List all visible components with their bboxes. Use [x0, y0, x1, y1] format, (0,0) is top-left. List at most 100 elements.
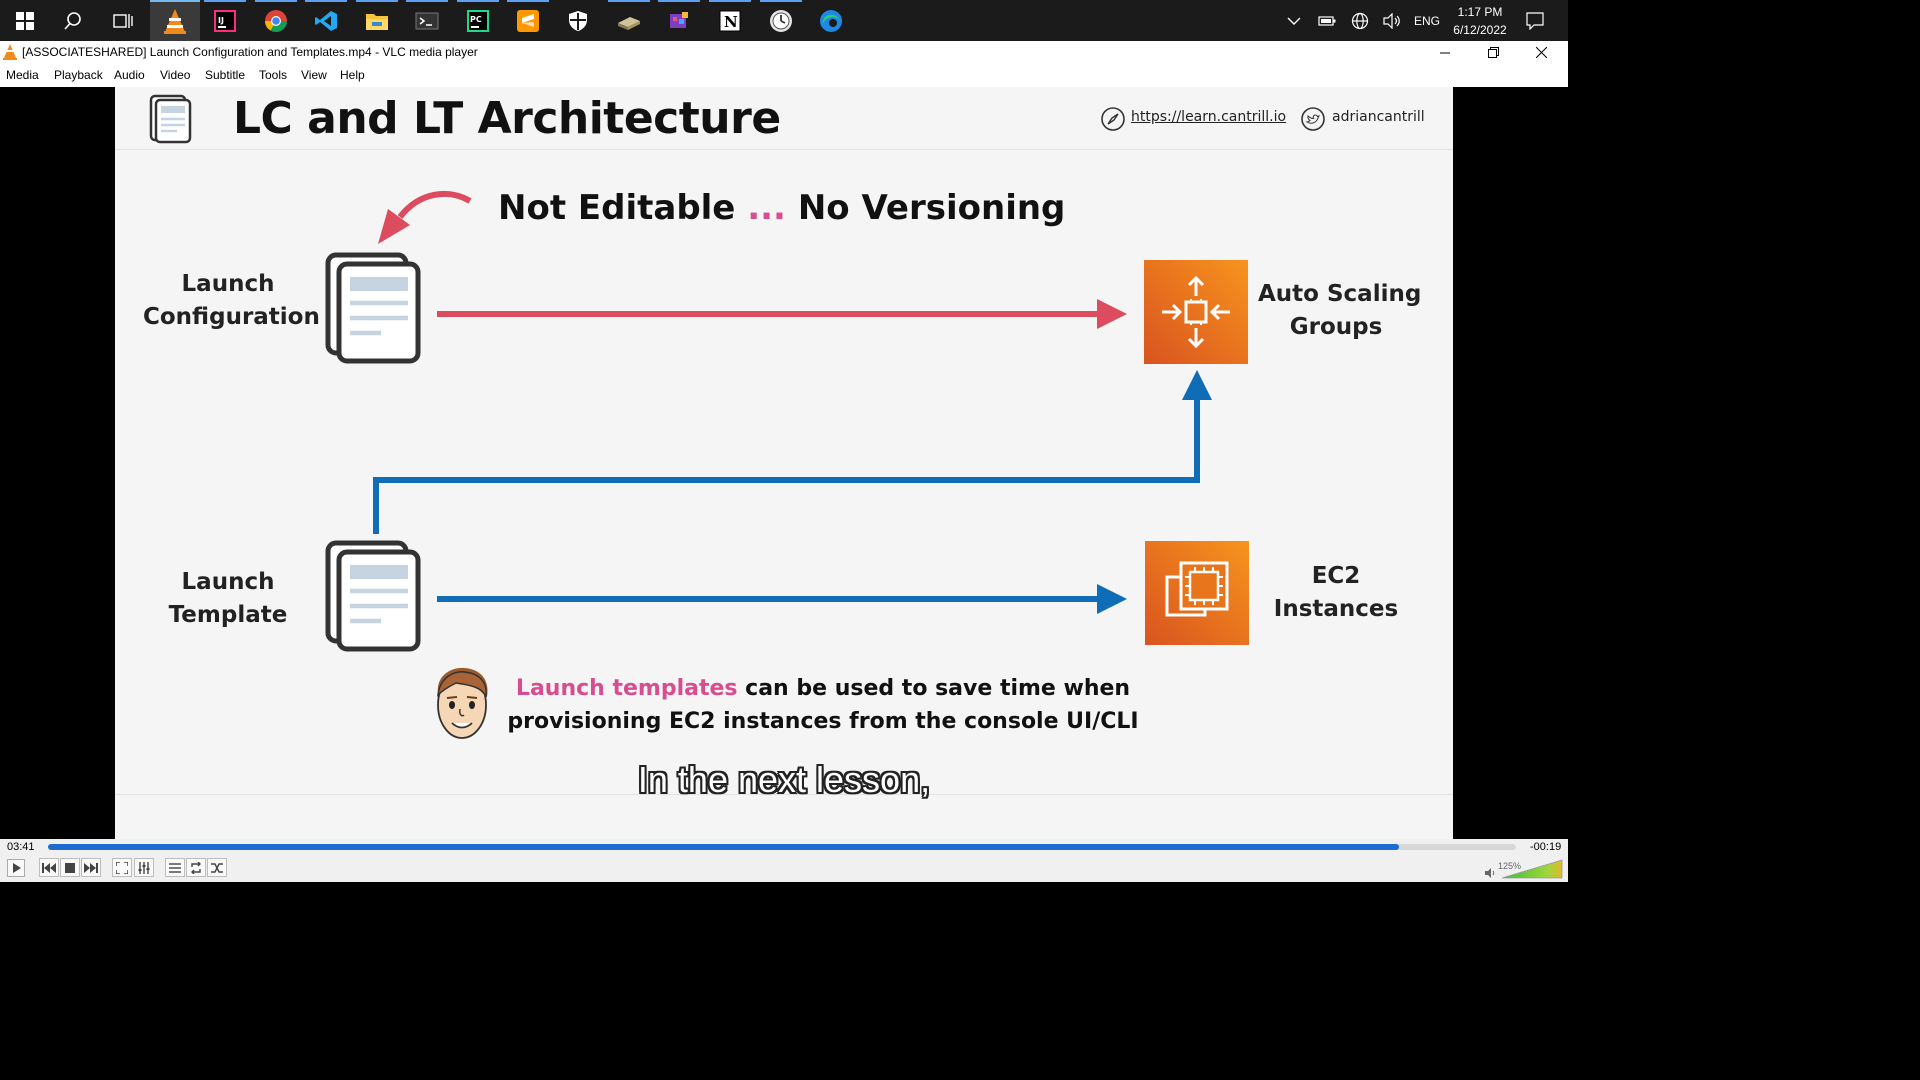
folder-icon [366, 13, 388, 30]
notification-icon [1526, 11, 1544, 30]
ec2-line2: Instances [1273, 596, 1399, 622]
menu-video[interactable]: Video [160, 68, 190, 82]
playlist-button[interactable] [165, 858, 185, 877]
pycharm-icon: PC [467, 9, 489, 32]
video-subtitle: In the next lesson, [637, 759, 931, 800]
tray-battery[interactable] [1314, 0, 1340, 41]
fullscreen-button[interactable] [112, 858, 132, 877]
taskbar-file-explorer[interactable] [352, 0, 402, 41]
shuffle-icon [211, 862, 223, 873]
architecture-arrows [373, 299, 1212, 614]
fullscreen-icon [116, 861, 128, 874]
taskbar-edge[interactable] [806, 0, 856, 41]
terminal-icon [415, 12, 439, 29]
video-area[interactable]: LC and LT Architecture https://learn.can… [0, 87, 1568, 839]
lt-line2: Template [168, 602, 288, 628]
seek-bar[interactable] [48, 844, 1516, 850]
restore-icon [1487, 47, 1499, 58]
chrome-icon [265, 9, 287, 32]
launch-template-label: Launch Template [143, 566, 313, 632]
search-button[interactable] [48, 0, 98, 41]
auto-scaling-icon [1144, 260, 1248, 364]
previous-button[interactable] [39, 858, 59, 877]
windows-logo-icon [16, 11, 34, 30]
play-button[interactable] [4, 858, 28, 877]
taskbar: IJ PC N ENG 1:17 PM 6/12/2022 [0, 0, 1568, 41]
ec2-icon [1145, 541, 1249, 645]
stop-button[interactable] [60, 858, 80, 877]
taskbar-sublime[interactable] [503, 0, 553, 41]
photos-icon [670, 11, 688, 28]
lt-line1: Launch [181, 569, 275, 595]
minimize-button[interactable] [1422, 41, 1468, 64]
taskbar-terminal[interactable] [402, 0, 452, 41]
taskbar-files-app[interactable] [604, 0, 654, 41]
volume-speaker-icon[interactable] [1484, 868, 1496, 878]
auto-scaling-groups-label: Auto Scaling Groups [1258, 278, 1421, 344]
loop-button[interactable] [186, 858, 206, 877]
start-button[interactable] [0, 0, 50, 41]
edge-icon [820, 9, 842, 32]
ec2-instances-label: EC2 Instances [1258, 560, 1414, 626]
note-line2: provisioning EC2 instances from the cons… [507, 709, 1139, 734]
asg-line2: Groups [1289, 314, 1383, 340]
playlist-icon [169, 862, 181, 873]
vscode-icon [315, 10, 337, 31]
taskbar-vscode[interactable] [301, 0, 351, 41]
launch-template-document-icon [325, 540, 421, 652]
close-button[interactable] [1518, 41, 1564, 64]
seek-progress [48, 844, 1399, 850]
elapsed-time[interactable]: 03:41 [7, 841, 35, 853]
menu-bar: Media Playback Audio Video Subtitle Tool… [0, 64, 1568, 87]
player-controls: 03:41 -00:19 125% [0, 839, 1568, 882]
taskbar-chrome[interactable] [251, 0, 301, 41]
tray-clock[interactable]: 1:17 PM 6/12/2022 [1446, 3, 1514, 39]
window-titlebar[interactable]: [ASSOCIATESHARED] Launch Configuration a… [0, 41, 1568, 64]
stop-icon [65, 862, 75, 873]
tray-volume[interactable] [1380, 0, 1404, 41]
clock-icon [770, 9, 792, 32]
svg-text:N: N [724, 13, 738, 31]
note-highlight: Launch templates [515, 676, 738, 701]
menu-subtitle[interactable]: Subtitle [205, 68, 245, 82]
taskbar-clock-app[interactable] [756, 0, 806, 41]
tray-overflow-button[interactable] [1282, 0, 1306, 41]
window-title: [ASSOCIATESHARED] Launch Configuration a… [22, 45, 478, 59]
taskbar-intellij[interactable]: IJ [200, 0, 250, 41]
chevron-up-icon [1287, 17, 1301, 25]
menu-help[interactable]: Help [340, 68, 365, 82]
next-button[interactable] [81, 858, 101, 877]
task-view-icon [113, 13, 133, 28]
intellij-icon: IJ [214, 9, 236, 32]
note-line1-rest: can be used to save time when [737, 676, 1131, 701]
menu-media[interactable]: Media [6, 68, 39, 82]
action-center-button[interactable] [1518, 0, 1552, 41]
svg-text:IJ: IJ [218, 16, 224, 25]
extended-settings-button[interactable] [134, 858, 154, 877]
taskbar-pycharm[interactable]: PC [453, 0, 503, 41]
search-icon [64, 11, 81, 30]
task-view-button[interactable] [98, 0, 148, 41]
menu-playback[interactable]: Playback [54, 68, 103, 82]
loop-icon [191, 861, 201, 874]
menu-view[interactable]: View [301, 68, 327, 82]
tray-network[interactable] [1348, 0, 1372, 41]
skip-back-icon [42, 862, 56, 873]
taskbar-vlc[interactable] [150, 0, 200, 41]
taskbar-photos[interactable] [654, 0, 704, 41]
vlc-app-icon [3, 44, 17, 60]
tray-language[interactable]: ENG [1410, 0, 1444, 41]
clock-date: 6/12/2022 [1453, 23, 1507, 37]
slide-frame: LC and LT Architecture https://learn.can… [115, 87, 1453, 839]
volume-slider[interactable] [1500, 859, 1564, 879]
taskbar-windows-security[interactable] [553, 0, 603, 41]
notion-icon: N [719, 10, 741, 31]
sublime-text-icon [517, 9, 539, 32]
shuffle-button[interactable] [207, 858, 227, 877]
remaining-time[interactable]: -00:19 [1530, 841, 1561, 853]
menu-tools[interactable]: Tools [259, 68, 287, 82]
restore-button[interactable] [1470, 41, 1516, 64]
menu-audio[interactable]: Audio [114, 68, 145, 82]
clock-time: 1:17 PM [1457, 5, 1503, 19]
taskbar-notion[interactable]: N [705, 0, 755, 41]
